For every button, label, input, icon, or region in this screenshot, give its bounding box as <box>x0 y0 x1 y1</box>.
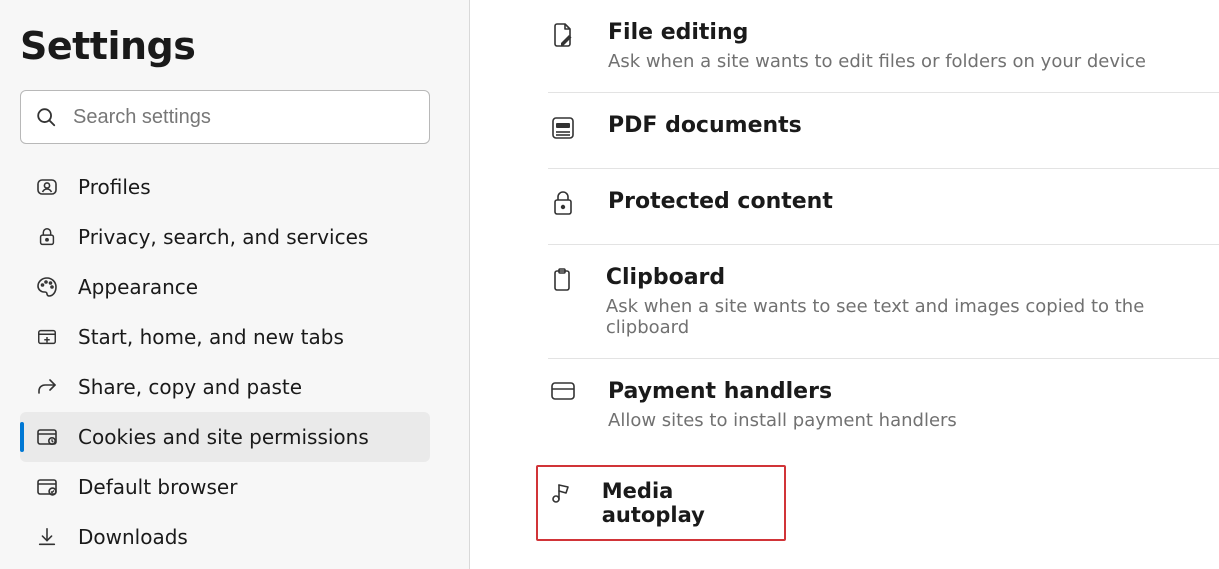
sidebar-item-label: Default browser <box>78 475 237 499</box>
permission-desc: Ask when a site wants to edit files or f… <box>608 51 1146 72</box>
sidebar-nav: Profiles Privacy, search, and services A… <box>20 162 449 562</box>
permission-text: Payment handlers Allow sites to install … <box>608 379 957 431</box>
sidebar-item-label: Profiles <box>78 175 151 199</box>
permissions-panel: File editing Ask when a site wants to ed… <box>470 0 1219 569</box>
sidebar-item-default-browser[interactable]: Default browser <box>20 462 430 512</box>
search-input[interactable] <box>73 106 415 129</box>
permission-clipboard[interactable]: Clipboard Ask when a site wants to see t… <box>548 244 1219 358</box>
media-icon <box>548 481 574 505</box>
newtab-icon <box>34 326 60 348</box>
svg-text:PDF: PDF <box>559 123 568 128</box>
permission-title: Clipboard <box>606 265 1189 290</box>
sidebar-item-label: Cookies and site permissions <box>78 425 369 449</box>
profiles-icon <box>34 175 60 199</box>
permission-text: Media autoplay <box>602 479 758 527</box>
pdf-icon: PDF <box>548 115 578 141</box>
search-box[interactable] <box>20 90 430 144</box>
sidebar-item-downloads[interactable]: Downloads <box>20 512 430 562</box>
permission-text: Protected content <box>608 189 833 214</box>
download-icon <box>34 526 60 548</box>
sidebar-item-cookies[interactable]: Cookies and site permissions <box>20 412 430 462</box>
sidebar-item-label: Downloads <box>78 525 188 549</box>
payment-icon <box>548 381 578 401</box>
permission-payment-handlers[interactable]: Payment handlers Allow sites to install … <box>548 358 1219 451</box>
protected-icon <box>548 191 578 217</box>
file-edit-icon <box>548 22 578 48</box>
permission-text: PDF documents <box>608 113 802 138</box>
sidebar-item-privacy[interactable]: Privacy, search, and services <box>20 212 430 262</box>
browser-icon <box>34 475 60 499</box>
sidebar-item-appearance[interactable]: Appearance <box>20 262 430 312</box>
sidebar-item-profiles[interactable]: Profiles <box>20 162 430 212</box>
permission-title: Payment handlers <box>608 379 957 404</box>
settings-app: Settings Profiles Privacy, search, and s… <box>0 0 1219 569</box>
cookies-icon <box>34 425 60 449</box>
sidebar-item-share[interactable]: Share, copy and paste <box>20 362 430 412</box>
permission-pdf[interactable]: PDF PDF documents <box>548 92 1219 168</box>
sidebar-item-label: Appearance <box>78 275 198 299</box>
permission-title: Media autoplay <box>602 479 758 527</box>
permission-protected-content[interactable]: Protected content <box>548 168 1219 244</box>
search-icon <box>35 106 57 128</box>
sidebar-item-label: Share, copy and paste <box>78 375 302 399</box>
permission-text: File editing Ask when a site wants to ed… <box>608 20 1146 72</box>
permission-title: File editing <box>608 20 1146 45</box>
share-icon <box>34 375 60 399</box>
permissions-list: File editing Ask when a site wants to ed… <box>548 0 1219 541</box>
permission-title: PDF documents <box>608 113 802 138</box>
sidebar-item-start-home[interactable]: Start, home, and new tabs <box>20 312 430 362</box>
sidebar-item-label: Start, home, and new tabs <box>78 325 344 349</box>
permission-text: Clipboard Ask when a site wants to see t… <box>606 265 1189 338</box>
sidebar-item-label: Privacy, search, and services <box>78 225 368 249</box>
appearance-icon <box>34 275 60 299</box>
permission-file-editing[interactable]: File editing Ask when a site wants to ed… <box>548 0 1219 92</box>
permission-desc: Ask when a site wants to see text and im… <box>606 296 1189 338</box>
clipboard-icon <box>548 267 576 293</box>
permission-title: Protected content <box>608 189 833 214</box>
settings-sidebar: Settings Profiles Privacy, search, and s… <box>0 0 470 569</box>
page-title: Settings <box>20 24 449 68</box>
permission-desc: Allow sites to install payment handlers <box>608 410 957 431</box>
permission-media-autoplay[interactable]: Media autoplay <box>536 465 786 541</box>
lock-icon <box>34 226 60 248</box>
